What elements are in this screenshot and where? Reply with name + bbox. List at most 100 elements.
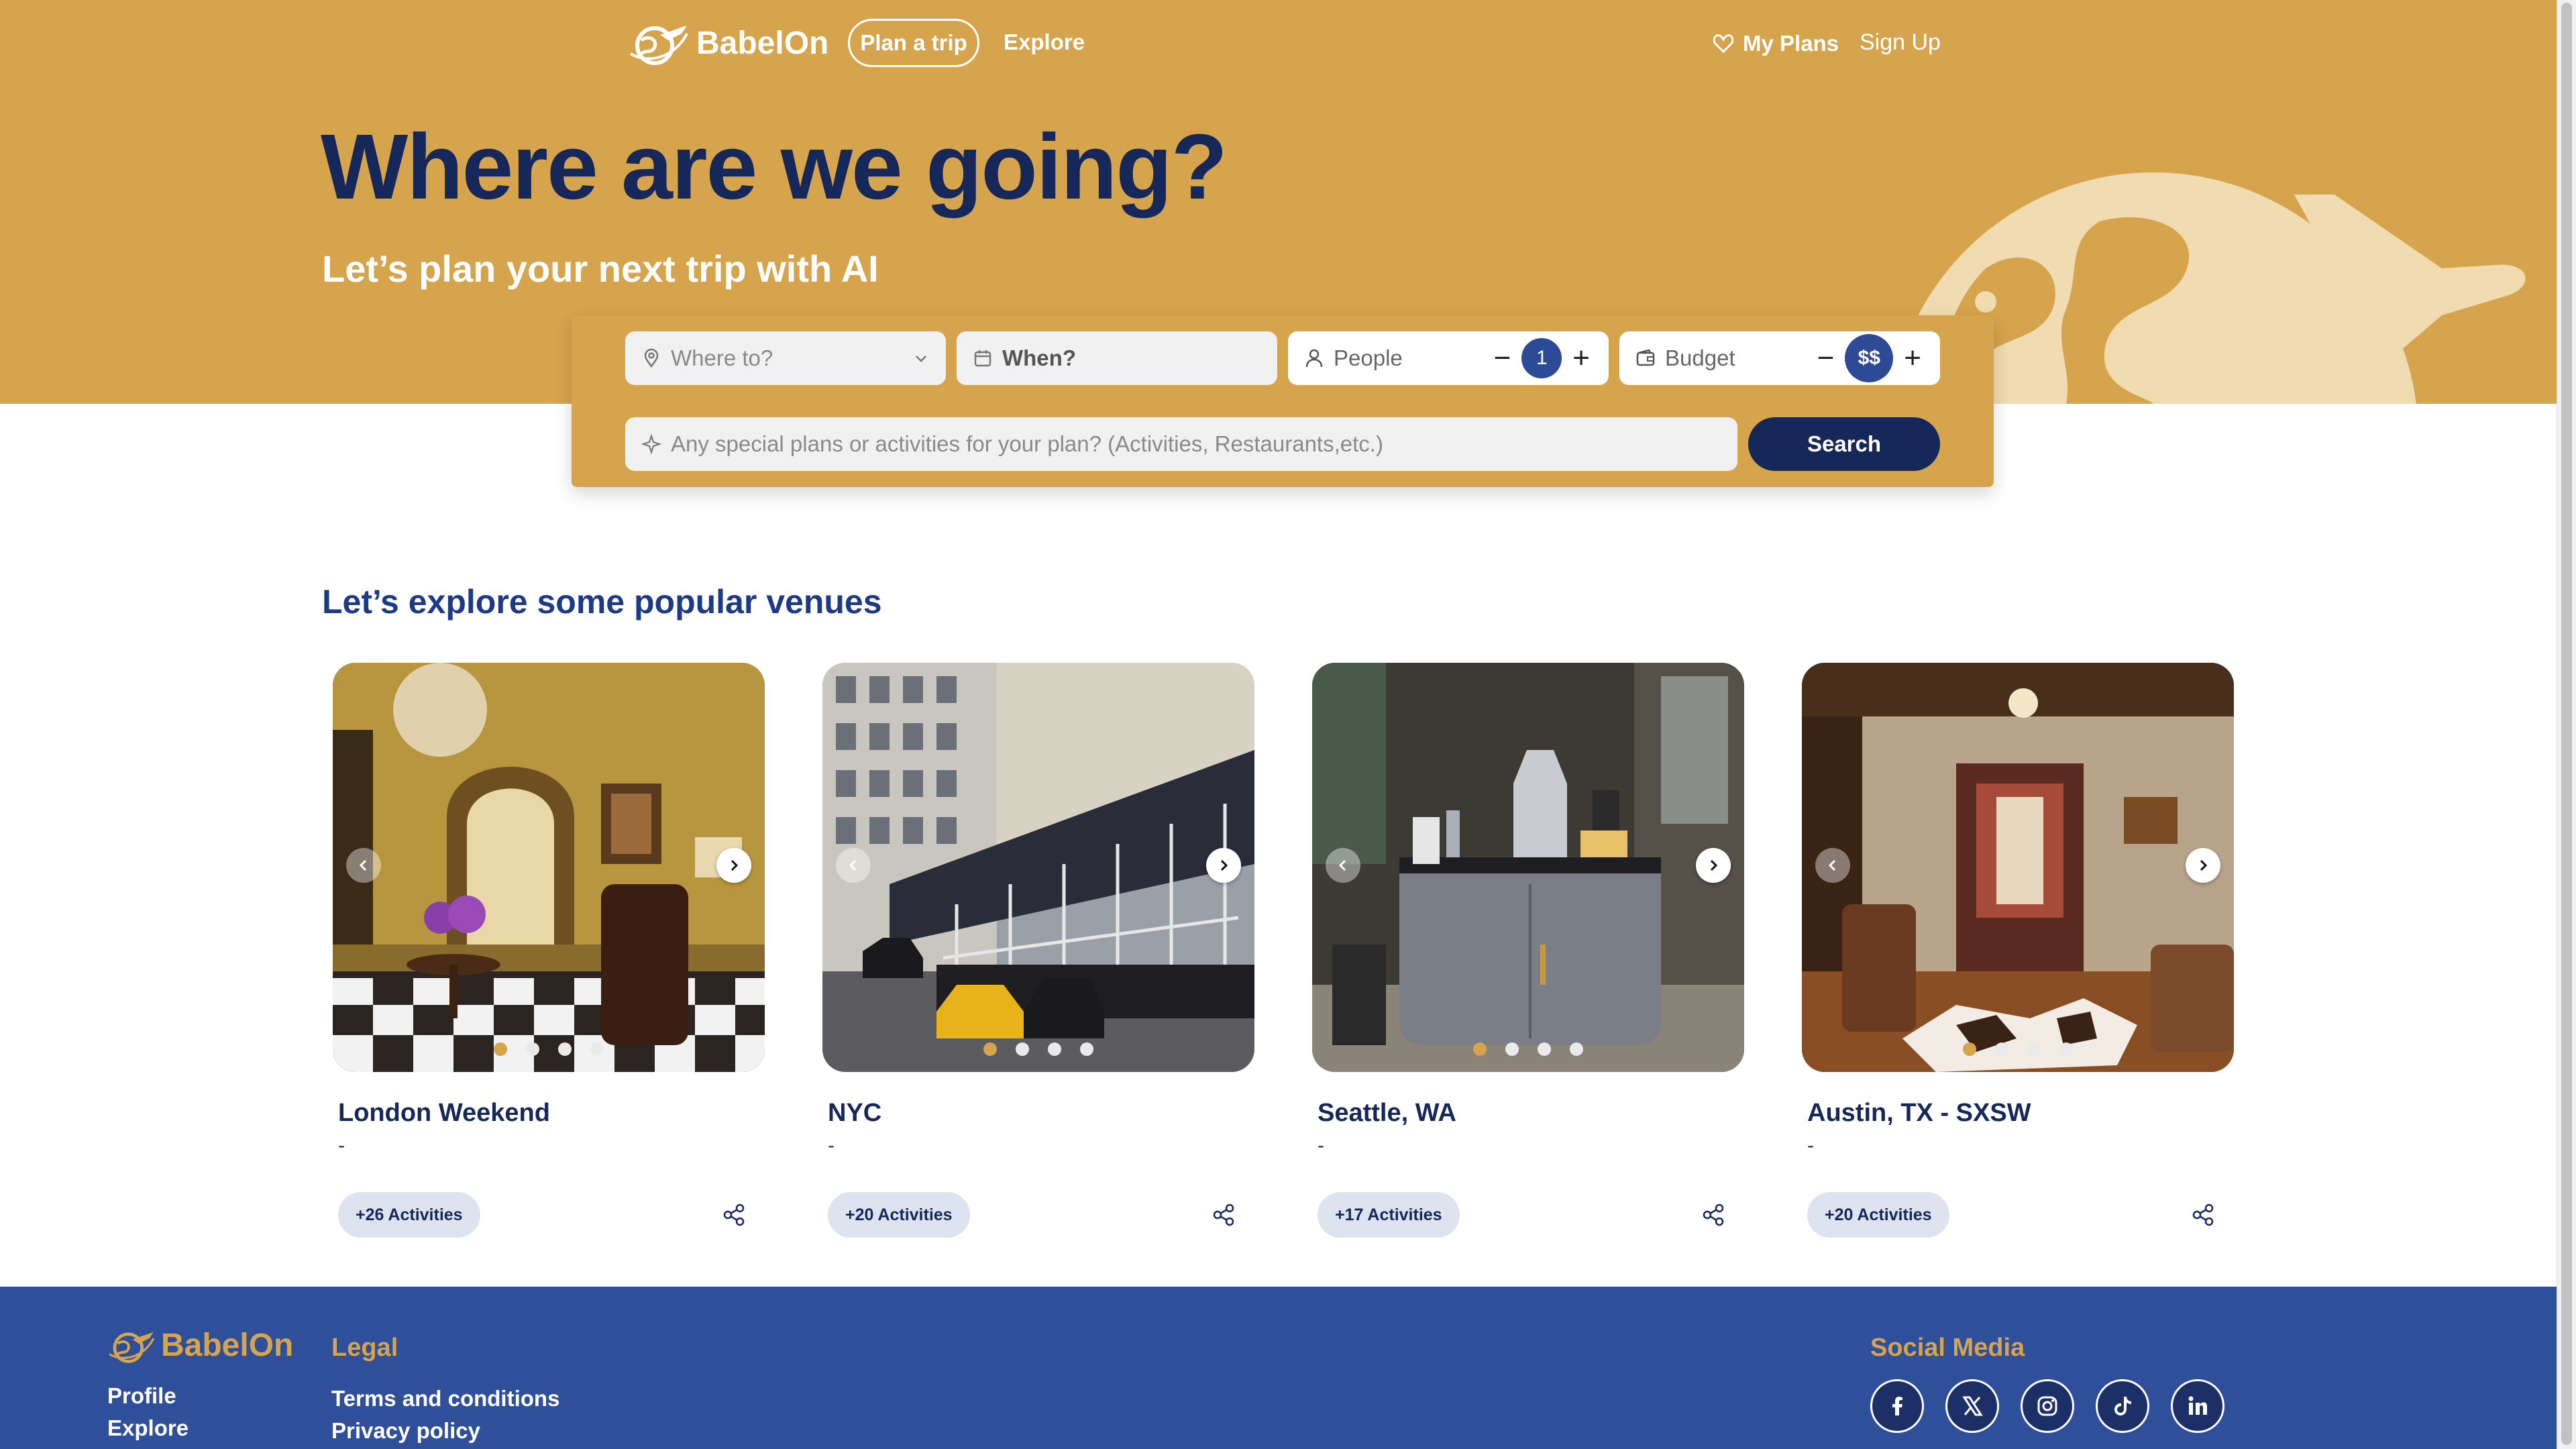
footer-link-profile[interactable]: Profile [107, 1383, 176, 1409]
venue-card[interactable]: London Weekend - +26 Activities [333, 663, 765, 1240]
budget-increment-button[interactable]: + [1901, 343, 1924, 373]
share-icon[interactable] [2191, 1203, 2215, 1227]
tiktok-icon [2114, 1397, 2131, 1415]
footer-social-heading: Social Media [1870, 1334, 2025, 1362]
special-plans-input[interactable]: Any special plans or activities for your… [625, 417, 1737, 471]
when-date-field[interactable]: When? [957, 331, 1277, 385]
venues-section-title: Let’s explore some popular venues [322, 583, 882, 621]
share-icon[interactable] [722, 1203, 746, 1227]
carousel-prev-button[interactable] [836, 848, 871, 883]
london-lobby-photo [333, 663, 765, 1072]
footer-brand-name: BabelOn [161, 1328, 294, 1363]
carousel-dot[interactable] [494, 1042, 507, 1056]
footer-link-explore[interactable]: Explore [107, 1415, 189, 1441]
venue-name[interactable]: Seattle, WA [1318, 1099, 1744, 1128]
carousel-next-button[interactable] [1206, 848, 1241, 883]
carousel-dot[interactable] [558, 1042, 572, 1056]
carousel-prev-button[interactable] [1815, 848, 1850, 883]
share-icon[interactable] [1212, 1203, 1236, 1227]
instagram-link[interactable] [2021, 1379, 2074, 1433]
carousel-next-button[interactable] [2186, 848, 2220, 883]
share-icon[interactable] [1701, 1203, 1725, 1227]
when-placeholder: When? [1002, 345, 1076, 370]
plan-a-trip-button[interactable]: Plan a trip [848, 19, 979, 67]
nav-explore[interactable]: Explore [1004, 30, 1085, 55]
footer-legal-heading: Legal [331, 1334, 398, 1362]
my-plans-link[interactable]: My Plans [1713, 31, 1839, 56]
carousel-dot[interactable] [1963, 1042, 1976, 1056]
carousel-dot[interactable] [983, 1042, 997, 1056]
special-plans-placeholder: Any special plans or activities for your… [671, 431, 1383, 456]
carousel-dot[interactable] [590, 1042, 604, 1056]
search-button[interactable]: Search [1748, 417, 1940, 471]
facebook-link[interactable] [1870, 1379, 1924, 1433]
people-decrement-button[interactable]: − [1491, 343, 1514, 373]
linkedin-icon [2188, 1396, 2207, 1415]
carousel-dots [1312, 1042, 1744, 1056]
carousel-dot[interactable] [1080, 1042, 1093, 1056]
venue-card[interactable]: Austin, TX - SXSW - +20 Activities [1802, 663, 2234, 1240]
venue-image-carousel[interactable] [333, 663, 765, 1072]
carousel-dot[interactable] [1538, 1042, 1551, 1056]
location-pin-icon [644, 348, 659, 368]
venue-name[interactable]: Austin, TX - SXSW [1807, 1099, 2234, 1128]
activities-badge[interactable]: +26 Activities [338, 1192, 480, 1238]
tiktok-link[interactable] [2096, 1379, 2149, 1433]
calendar-icon [974, 350, 991, 367]
carousel-dot[interactable] [1505, 1042, 1519, 1056]
venue-name[interactable]: NYC [828, 1099, 1254, 1128]
austin-parlor-photo [1802, 663, 2234, 1072]
venue-image-carousel[interactable] [1312, 663, 1744, 1072]
carousel-dot[interactable] [2059, 1042, 2073, 1056]
carousel-dot[interactable] [1473, 1042, 1487, 1056]
where-to-select[interactable]: Where to? [625, 331, 946, 385]
sign-up-link[interactable]: Sign Up [1860, 30, 1941, 56]
venue-subtitle: - [1318, 1134, 1324, 1157]
chevron-right-icon [1710, 859, 1718, 871]
carousel-dot[interactable] [1570, 1042, 1583, 1056]
person-icon [1305, 349, 1323, 368]
carousel-dot[interactable] [1016, 1042, 1029, 1056]
where-to-placeholder: Where to? [671, 345, 773, 370]
venue-image-carousel[interactable] [1802, 663, 2234, 1072]
people-stepper: People − 1 + [1288, 331, 1609, 385]
nyc-street-photo [822, 663, 1254, 1072]
activities-badge[interactable]: +17 Activities [1318, 1192, 1460, 1238]
footer-brand-logo[interactable]: BabelOn [107, 1327, 293, 1364]
trip-search-panel: Where to? When? People − 1 + Budget − $$ [572, 315, 1994, 487]
scrollbar-thumb[interactable] [2561, 3, 2572, 1445]
footer-link-terms[interactable]: Terms and conditions [331, 1386, 559, 1411]
carousel-next-button[interactable] [716, 848, 751, 883]
heart-icon [1713, 34, 1733, 53]
chevron-down-icon [916, 356, 926, 362]
footer-link-privacy[interactable]: Privacy policy [331, 1418, 480, 1444]
carousel-dot[interactable] [1995, 1042, 2008, 1056]
activities-badge[interactable]: +20 Activities [1807, 1192, 1949, 1238]
activities-badge[interactable]: +20 Activities [828, 1192, 970, 1238]
carousel-dots [333, 1042, 765, 1056]
brand-logo[interactable]: BabelOn [628, 20, 828, 66]
venue-name[interactable]: London Weekend [338, 1099, 765, 1128]
venue-image-carousel[interactable] [822, 663, 1254, 1072]
sparkle-icon [641, 434, 661, 454]
budget-label: Budget [1665, 345, 1735, 370]
carousel-dot[interactable] [1048, 1042, 1061, 1056]
carousel-prev-button[interactable] [1326, 848, 1360, 883]
linkedin-link[interactable] [2171, 1379, 2224, 1433]
page-scrollbar[interactable] [2557, 0, 2576, 1449]
chevron-left-icon [359, 859, 367, 871]
logo-globe-plane-icon [109, 1332, 155, 1363]
people-increment-button[interactable]: + [1570, 343, 1593, 373]
hero-subtitle: Let’s plan your next trip with AI [322, 248, 879, 290]
facebook-icon [1892, 1397, 1902, 1415]
carousel-dot[interactable] [2027, 1042, 2041, 1056]
carousel-next-button[interactable] [1696, 848, 1731, 883]
venue-card[interactable]: Seattle, WA - +17 Activities [1312, 663, 1744, 1240]
carousel-dot[interactable] [526, 1042, 539, 1056]
x-link[interactable] [1945, 1379, 1999, 1433]
people-count: 1 [1521, 338, 1562, 378]
venue-card[interactable]: NYC - +20 Activities [822, 663, 1254, 1240]
hero-title: Where are we going? [321, 115, 1228, 219]
carousel-prev-button[interactable] [346, 848, 381, 883]
budget-decrement-button[interactable]: − [1815, 343, 1837, 373]
